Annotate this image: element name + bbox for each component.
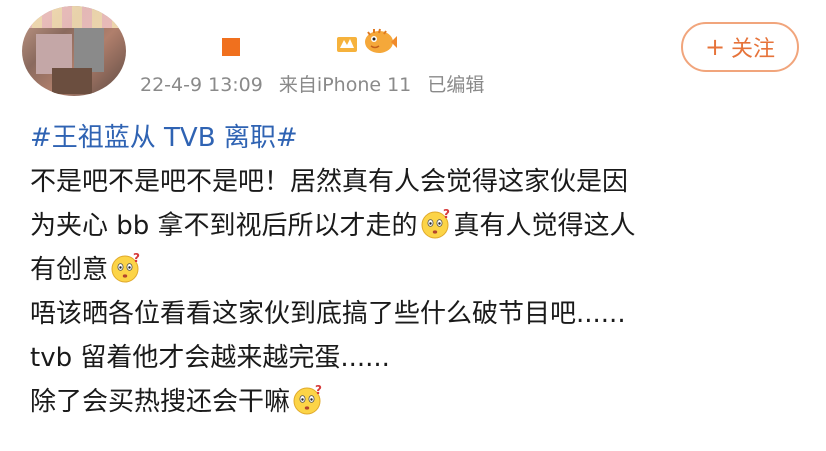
svg-text:?: ? — [315, 384, 322, 397]
avatar[interactable] — [22, 6, 126, 96]
post-text-line: 除了会买热搜还会干嘛 ? — [30, 380, 810, 424]
svg-text:?: ? — [443, 208, 450, 221]
thinking-face-emoji-icon: ? — [421, 208, 450, 239]
pufferfish-icon[interactable] — [362, 26, 398, 56]
post-text: 为夹心 bb 拿不到视后所以才走的 — [30, 211, 418, 241]
post-text-line: tvb 留着他才会越来越完蛋...... — [30, 343, 390, 373]
post-text-line: 唔该晒各位看看这家伙到底搞了些什么破节目吧...... — [30, 299, 626, 329]
plus-icon: + — [704, 33, 726, 61]
post-text: 真有人觉得这人 — [453, 211, 636, 241]
avatar-pixel — [52, 68, 92, 94]
post-meta: 22-4-9 13:09 来自iPhone 11 已编辑 — [140, 70, 494, 97]
post-time[interactable]: 22-4-9 13:09 — [140, 74, 263, 96]
avatar-pixel — [74, 28, 104, 72]
svg-text:?: ? — [133, 252, 140, 265]
follow-label: 关注 — [731, 37, 776, 62]
post-text: 有创意 — [30, 255, 109, 285]
post-text-line: 不是吧不是吧不是吧！居然真有人会觉得这家伙是因 — [30, 167, 629, 197]
post-text: 除了会买热搜还会干嘛 — [30, 387, 291, 417]
post-text-line: 为夹心 bb 拿不到视后所以才走的 ? 真有人觉得这人 — [30, 204, 810, 248]
username-redacted[interactable] — [222, 38, 240, 56]
post-source: 来自iPhone 11 — [278, 74, 412, 96]
topic-link[interactable]: #王祖蓝从 TVB 离职# — [30, 116, 810, 160]
vip-badge-icon[interactable] — [336, 33, 358, 53]
thinking-face-emoji-icon: ? — [111, 252, 140, 283]
edited-label[interactable]: 已编辑 — [427, 74, 484, 96]
thinking-face-emoji-icon: ? — [293, 384, 322, 415]
post-content: #王祖蓝从 TVB 离职# 不是吧不是吧不是吧！居然真有人会觉得这家伙是因 为夹… — [30, 116, 810, 424]
avatar-decoration — [22, 6, 126, 28]
post-text-line: 有创意 ? — [30, 248, 810, 292]
follow-button[interactable]: + 关注 — [681, 22, 799, 72]
